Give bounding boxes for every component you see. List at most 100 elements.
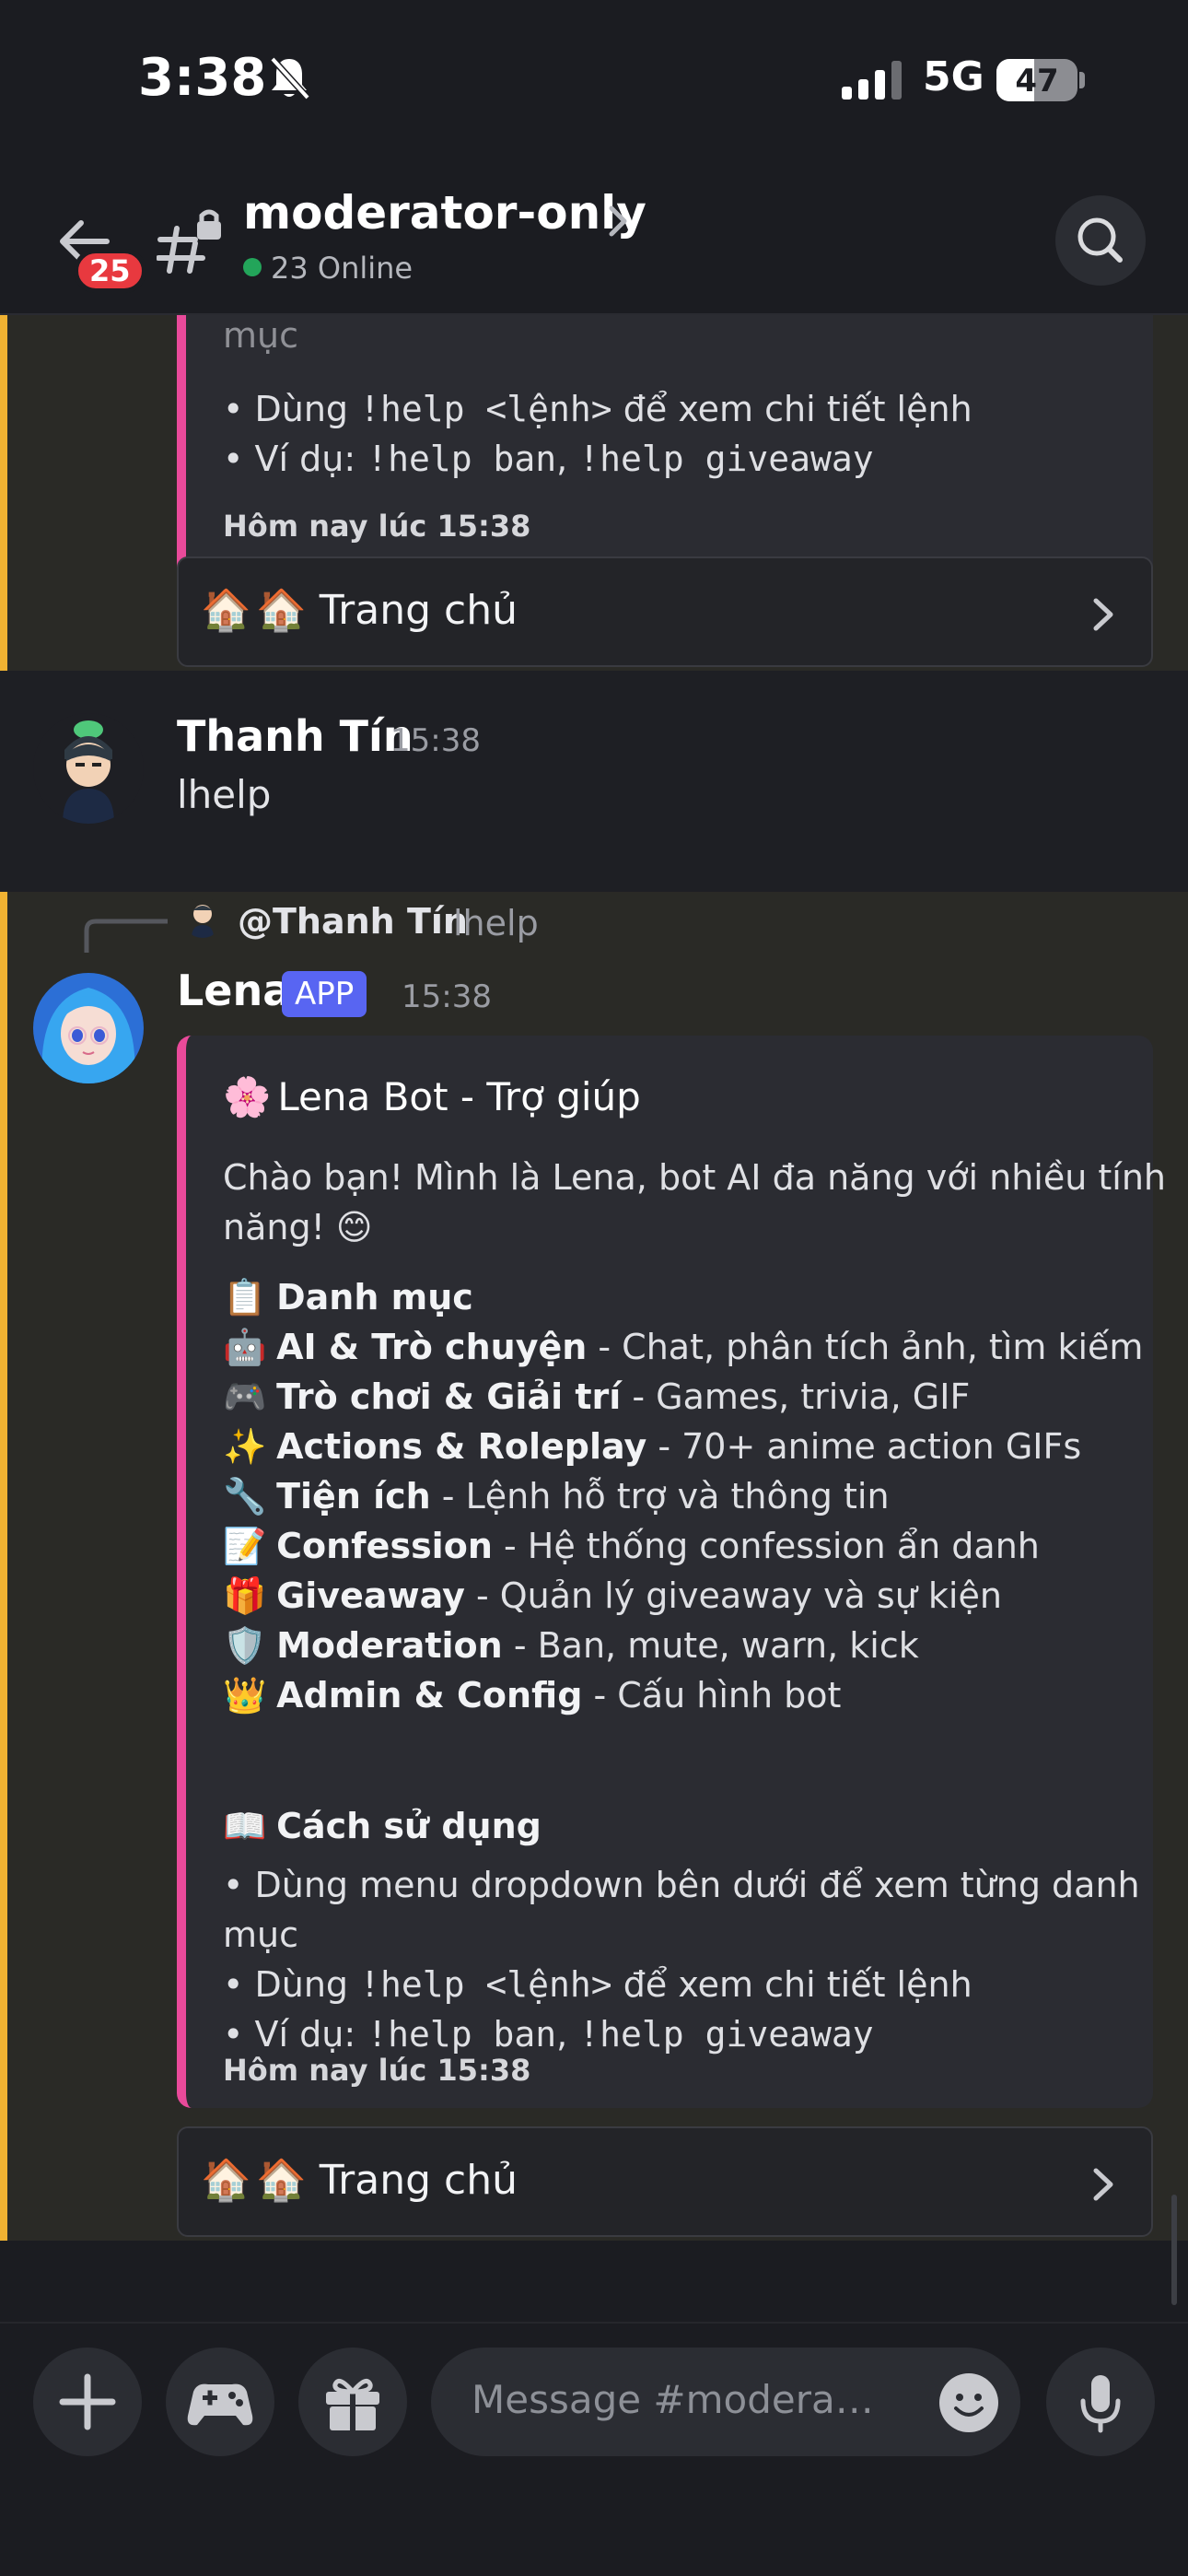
usage-line: • Ví dụ: !help ban, !help giveaway [223,2014,874,2055]
voice-message-button[interactable] [1046,2348,1155,2456]
message-timestamp: 15:38 [402,978,492,1015]
avatar-lena[interactable] [33,973,144,1083]
category-name: Admin & Config [276,1675,583,1715]
category-item: 📝 Confession - Hệ thống confession ẩn da… [223,1526,1040,1567]
message-user: Thanh Tín 15:38 lhelp [0,671,1188,892]
help-embed-top: mục • Dùng !help <lệnh> để xem chi tiết … [177,315,1153,582]
house-icon: 🏠 [201,2157,251,2204]
category-icon: 🤖 [223,1327,267,1367]
category-description: - Cấu hình bot [582,1675,842,1715]
scrollbar[interactable] [1171,2195,1177,2305]
embed-description: năng! 😊 [223,1207,373,1247]
usage-line: • Dùng menu dropdown bên dưới để xem từn… [223,1865,1140,1905]
unread-badge: 25 [74,249,146,293]
category-name: Confession [276,1526,493,1566]
embed-title: 🌸 Lena Bot - Trợ giúp [223,1074,641,1119]
category-item: 🤖 AI & Trò chuyện - Chat, phân tích ảnh,… [223,1327,1143,1368]
category-name: Trò chơi & Giải trí [276,1376,622,1417]
embed-text: mục [223,315,298,356]
app-tag: APP [282,971,367,1017]
reply-text[interactable]: lhelp [453,903,539,943]
search-button[interactable] [1055,195,1146,286]
category-item: 🔧 Tiện ích - Lệnh hỗ trợ và thông tin [223,1476,890,1517]
category-item: 🎮 Trò chơi & Giải trí - Games, trivia, G… [223,1376,970,1418]
gift-button[interactable] [298,2348,407,2456]
category-icon: 🎮 [223,1376,267,1417]
message-input[interactable]: Message #moderator-only [431,2348,1020,2456]
home-button-top[interactable]: 🏠 🏠 Trang chủ [177,556,1153,667]
category-description: - Games, trivia, GIF [621,1376,971,1417]
message-timestamp: 15:38 [390,722,481,759]
category-icon: ✨ [223,1426,267,1467]
category-name: Giveaway [276,1575,465,1616]
add-attachment-button[interactable] [33,2348,142,2456]
category-description: - 70+ anime action GIFs [646,1426,1082,1467]
message-composer: Message #moderator-only [0,2322,1188,2576]
message-content: lhelp [177,772,272,817]
channel-name[interactable]: moderator-only [243,186,646,240]
usage-line: • Ví dụ: !help ban, !help giveaway [223,439,874,479]
reply-connector [84,919,168,953]
plus-icon [59,2373,116,2430]
category-name: Actions & Roleplay [276,1426,647,1467]
category-item: 👑 Admin & Config - Cấu hình bot [223,1675,841,1716]
category-name: Tiện ích [276,1476,431,1516]
cherry-blossom-icon: 🌸 [223,1074,272,1119]
category-description: - Ban, mute, warn, kick [502,1625,919,1666]
category-icon: 👑 [223,1675,267,1715]
emoji-icon[interactable] [938,2371,1000,2434]
category-description: - Quản lý giveaway và sự kiện [464,1575,1002,1616]
gift-icon [326,2378,379,2430]
usage-line: • Dùng !help <lệnh> để xem chi tiết lệnh [223,389,973,429]
category-name: AI & Trò chuyện [276,1327,588,1367]
status-bar: 3:38 5G 47 [0,0,1188,166]
online-count: 23 Online [243,251,413,286]
message-author[interactable]: Thanh Tín [177,711,413,761]
reply-avatar [182,897,223,938]
book-icon: 📖 [223,1806,267,1846]
microphone-icon [1080,2375,1121,2433]
chevron-right-icon [1093,598,1113,631]
message-list[interactable]: mục • Dùng !help <lệnh> để xem chi tiết … [0,315,1188,2322]
search-icon [1077,217,1123,263]
category-name: Moderation [276,1625,503,1666]
category-item: 🛡️ Moderation - Ban, mute, warn, kick [223,1625,919,1667]
message-author[interactable]: Lena [177,966,291,1015]
embed-footer: Hôm nay lúc 15:38 [223,2053,531,2088]
category-icon: 🔧 [223,1476,267,1516]
cellular-signal-icon [842,61,902,100]
category-description: - Lệnh hỗ trợ và thông tin [430,1476,890,1516]
locked-channel-icon [157,209,221,274]
status-time: 3:38 [138,48,267,108]
bell-off-icon [270,56,310,100]
category-item: 🎁 Giveaway - Quản lý giveaway và sự kiện [223,1575,1002,1617]
house-icon: 🏠 [201,587,251,634]
chevron-right-icon [1093,2168,1113,2201]
bot-avatar-icon [33,973,144,1083]
clipboard-icon: 📋 [223,1277,267,1317]
category-item: ✨ Actions & Roleplay - 70+ anime action … [223,1426,1081,1468]
help-embed: 🌸 Lena Bot - Trợ giúp Chào bạn! Mình là … [177,1036,1166,2108]
online-dot-icon [243,258,262,276]
categories-heading: 📋 Danh mục [223,1277,473,1317]
chevron-right-icon[interactable] [604,203,632,240]
embed-description: Chào bạn! Mình là Lena, bot AI đa năng v… [223,1157,1166,1198]
embed-footer: Hôm nay lúc 15:38 [223,509,531,544]
channel-header: 25 moderator-only 23 Online [0,166,1188,315]
battery-icon: 47 [996,59,1085,101]
activities-button[interactable] [166,2348,274,2456]
home-button[interactable]: 🏠 🏠 Trang chủ [177,2126,1153,2237]
network-type: 5G [923,53,984,100]
user-avatar-icon [63,720,114,824]
category-description: - Hệ thống confession ẩn danh [492,1526,1040,1566]
usage-line: • Dùng !help <lệnh> để xem chi tiết lệnh [223,1964,973,2005]
battery-percent: 47 [1015,63,1059,100]
reply-author[interactable]: @Thanh Tín [238,901,468,942]
usage-line: mục [223,1914,298,1955]
category-icon: 🎁 [223,1575,267,1616]
user-avatar-icon [192,905,214,938]
avatar-thanh-tin[interactable] [33,713,144,824]
category-description: - Chat, phân tích ảnh, tìm kiếm [587,1327,1144,1367]
message-placeholder: Message #moderator-only [472,2377,877,2422]
category-icon: 🛡️ [223,1625,267,1666]
